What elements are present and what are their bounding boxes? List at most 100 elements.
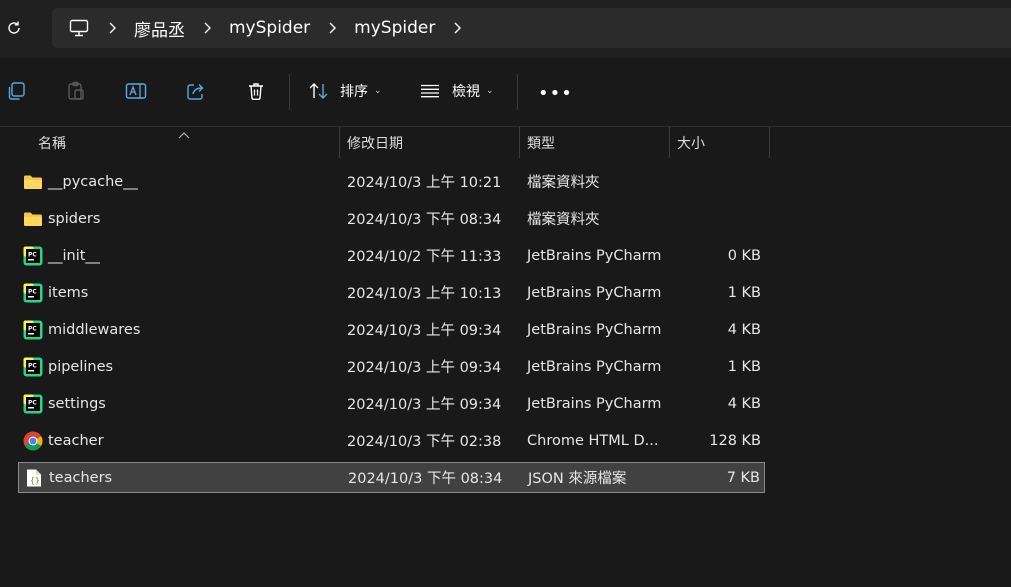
file-modified: 2024/10/3 下午 08:34 — [347, 212, 502, 228]
folder-icon — [23, 166, 43, 197]
file-row[interactable]: PC pipelines 2024/10/3 上午 09:34 JetBrain… — [18, 351, 765, 382]
breadcrumb-label: mySpider — [354, 18, 436, 38]
paste-icon[interactable] — [65, 80, 87, 102]
view-button[interactable]: 檢視 ⌄ — [420, 78, 494, 104]
column-resize-handle[interactable] — [669, 127, 670, 158]
file-name: spiders — [48, 210, 101, 227]
file-row[interactable]: spiders 2024/10/3 下午 08:34 檔案資料夾 — [18, 203, 765, 234]
file-size: 1 KB — [727, 284, 761, 301]
file-row[interactable]: PC middlewares 2024/10/3 上午 09:34 JetBra… — [18, 314, 765, 345]
pycharm-icon: PC — [23, 388, 43, 419]
computer-icon[interactable] — [68, 18, 90, 38]
file-name: middlewares — [48, 321, 141, 338]
file-modified: 2024/10/3 下午 02:38 — [347, 434, 502, 450]
file-modified: 2024/10/3 上午 10:21 — [347, 175, 502, 191]
more-options-button[interactable]: ••• — [538, 82, 573, 104]
file-name: teachers — [49, 469, 113, 486]
file-modified: 2024/10/3 上午 09:34 — [347, 397, 502, 413]
breadcrumb-item-user[interactable]: 廖品丞 — [134, 16, 185, 41]
column-header-label: 類型 — [527, 135, 555, 152]
file-row-selected[interactable]: {} teachers 2024/10/3 下午 08:34 JSON 來源檔案… — [18, 462, 765, 493]
breadcrumb: 廖品丞 mySpider mySpider — [68, 8, 479, 48]
column-header-type[interactable]: 類型 — [527, 127, 555, 158]
breadcrumb-item-myspider[interactable]: mySpider — [229, 18, 310, 38]
column-resize-handle[interactable] — [769, 127, 770, 158]
file-size: 7 KB — [726, 469, 760, 486]
file-name: items — [48, 284, 89, 301]
file-name: pipelines — [48, 358, 114, 375]
file-modified: 2024/10/3 上午 09:34 — [347, 360, 502, 376]
chevron-down-icon: ⌄ — [374, 86, 382, 96]
toolbar-divider — [517, 74, 518, 110]
file-type: JetBrains PyCharm — [527, 247, 662, 264]
column-header-modified[interactable]: 修改日期 — [347, 127, 403, 158]
svg-text:PC: PC — [28, 325, 37, 332]
pycharm-icon: PC — [23, 351, 43, 382]
refresh-icon[interactable] — [5, 19, 23, 37]
svg-text:PC: PC — [28, 362, 37, 369]
sort-label: 排序 — [340, 84, 368, 100]
file-type: JetBrains PyCharm — [527, 284, 662, 301]
file-size: 4 KB — [727, 395, 761, 412]
svg-text:PC: PC — [28, 399, 37, 406]
file-row[interactable]: PC items 2024/10/3 上午 10:13 JetBrains Py… — [18, 277, 765, 308]
file-name: __pycache__ — [48, 173, 138, 190]
file-size: 1 KB — [727, 358, 761, 375]
trash-icon[interactable] — [245, 80, 267, 102]
address-bar[interactable]: 廖品丞 mySpider mySpider — [52, 8, 1011, 48]
file-size: 0 KB — [727, 247, 761, 264]
rename-icon[interactable] — [125, 80, 147, 102]
share-icon[interactable] — [185, 80, 207, 102]
chevron-right-icon[interactable] — [326, 21, 338, 35]
more-options-icon: ••• — [538, 82, 573, 104]
toolbar-divider — [289, 74, 290, 110]
file-name: __init__ — [48, 247, 100, 264]
file-modified: 2024/10/3 下午 08:34 — [348, 471, 503, 487]
svg-text:PC: PC — [28, 251, 37, 258]
address-bar-row: 廖品丞 mySpider mySpider — [0, 0, 1011, 58]
file-modified: 2024/10/3 上午 09:34 — [347, 323, 502, 339]
chevron-down-icon: ⌄ — [486, 86, 494, 96]
chevron-right-icon[interactable] — [451, 21, 463, 35]
file-name: settings — [48, 395, 106, 412]
file-size: 4 KB — [727, 321, 761, 338]
sort-icon — [308, 82, 330, 100]
chrome-icon — [23, 425, 43, 456]
svg-text:PC: PC — [28, 288, 37, 295]
chevron-right-icon[interactable] — [106, 21, 118, 35]
file-row[interactable]: teacher 2024/10/3 下午 02:38 Chrome HTML D… — [18, 425, 765, 456]
file-type: Chrome HTML D... — [527, 432, 659, 449]
breadcrumb-item-myspider-sub[interactable]: mySpider — [354, 18, 435, 38]
column-resize-handle[interactable] — [339, 127, 340, 158]
pycharm-icon: PC — [23, 314, 43, 345]
chevron-right-icon[interactable] — [201, 21, 213, 35]
breadcrumb-label: mySpider — [229, 18, 311, 38]
file-type: JetBrains PyCharm — [527, 395, 662, 412]
file-row[interactable]: PC __init__ 2024/10/2 下午 11:33 JetBrains… — [18, 240, 765, 271]
view-label: 檢視 — [452, 84, 480, 100]
pycharm-icon: PC — [23, 240, 43, 271]
file-type: 檔案資料夾 — [527, 175, 600, 191]
file-row[interactable]: __pycache__ 2024/10/3 上午 10:21 檔案資料夾 — [18, 166, 765, 197]
sort-ascending-indicator-icon — [178, 124, 190, 139]
svg-text:{}: {} — [30, 476, 40, 485]
column-resize-handle[interactable] — [519, 127, 520, 158]
command-bar: 排序 ⌄ 檢視 ⌄ ••• — [0, 58, 1011, 127]
file-row[interactable]: PC settings 2024/10/3 上午 09:34 JetBrains… — [18, 388, 765, 419]
json-file-icon: {} — [24, 463, 44, 492]
column-header-label: 修改日期 — [347, 135, 403, 152]
breadcrumb-label: 廖品丞 — [134, 20, 185, 41]
pycharm-icon: PC — [23, 277, 43, 308]
file-size: 128 KB — [709, 432, 761, 449]
sort-button[interactable]: 排序 ⌄ — [308, 78, 382, 104]
column-header-name[interactable]: 名稱 — [38, 127, 66, 158]
column-header-label: 大小 — [677, 135, 705, 152]
file-modified: 2024/10/3 上午 10:13 — [347, 286, 502, 302]
file-type: JetBrains PyCharm — [527, 321, 662, 338]
file-type: JetBrains PyCharm — [527, 358, 662, 375]
column-header-label: 名稱 — [38, 135, 66, 152]
column-header-size[interactable]: 大小 — [677, 127, 705, 158]
view-icon — [420, 84, 440, 98]
file-type: JSON 來源檔案 — [528, 471, 627, 487]
copy-icon[interactable] — [5, 80, 27, 102]
